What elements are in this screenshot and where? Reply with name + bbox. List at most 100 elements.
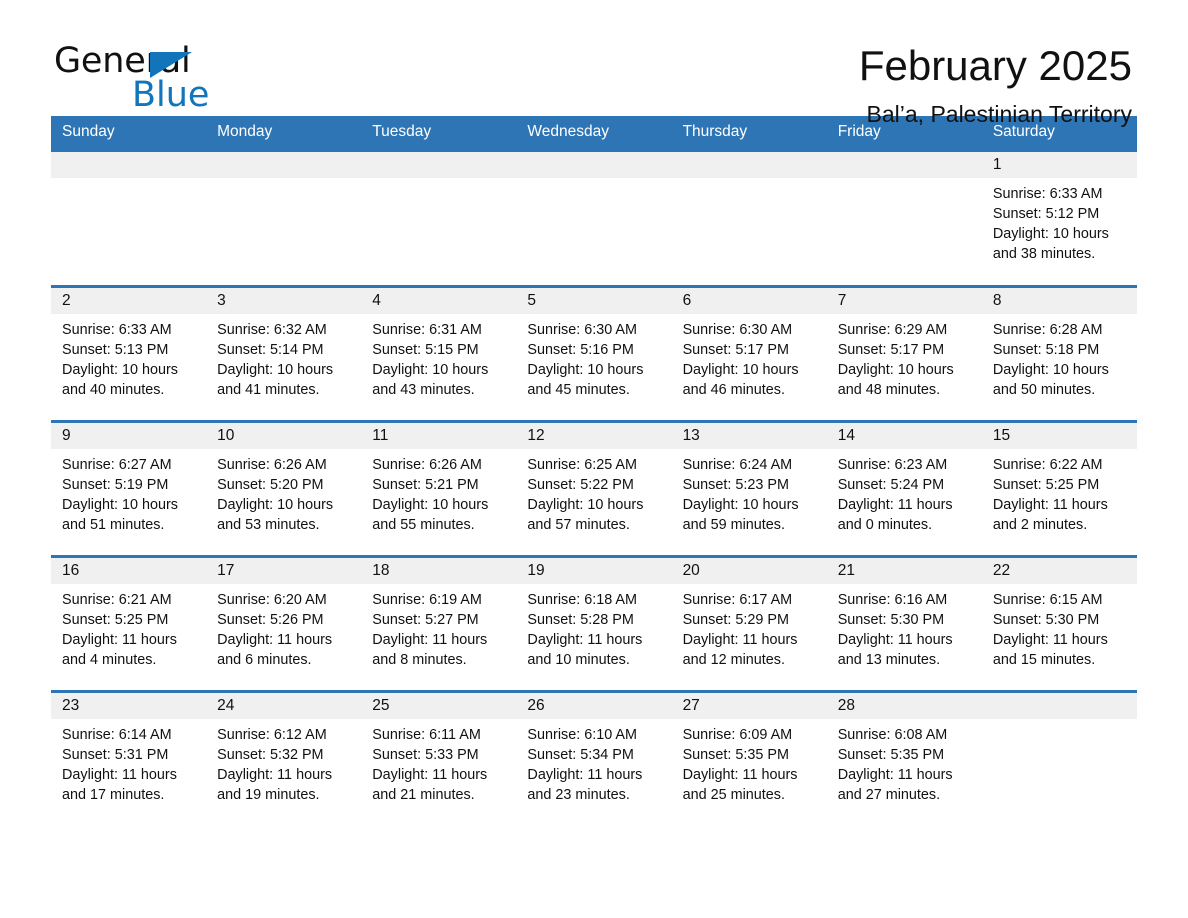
sunrise-text: Sunrise: 6:30 AM xyxy=(527,322,638,338)
daylight-text-line2: and 59 minutes. xyxy=(682,517,785,533)
day-number: 1 xyxy=(981,152,1137,178)
day-number: 25 xyxy=(361,693,517,719)
calendar-day-cell[interactable]: 23 Sunrise: 6:14 AM Sunset: 5:31 PM Dayligh… xyxy=(51,690,207,827)
day-details: Sunrise: 6:26 AM Sunset: 5:21 PM Daylight:… xyxy=(361,449,516,535)
sunset-text: Sunset: 5:17 PM xyxy=(682,342,789,358)
day-number xyxy=(361,152,517,178)
calendar-day-cell[interactable]: 27 Sunrise: 6:09 AM Sunset: 5:35 PM Dayligh… xyxy=(671,690,827,827)
day-number: 14 xyxy=(826,423,982,449)
sunrise-text: Sunrise: 6:12 AM xyxy=(217,727,327,743)
sunrise-text: Sunrise: 6:17 AM xyxy=(682,592,793,608)
sunset-text: Sunset: 5:30 PM xyxy=(837,612,945,628)
daylight-text-line1: Daylight: 10 hours xyxy=(837,362,954,378)
daylight-text-line1: Daylight: 10 hours xyxy=(527,497,644,513)
daylight-text-line1: Daylight: 11 hours xyxy=(62,632,177,648)
calendar-wrapper: Sunday Monday Tuesday Wednesday Thursday… xyxy=(0,116,1188,827)
day-number: 19 xyxy=(516,558,672,584)
daylight-text-line1: Daylight: 10 hours xyxy=(62,497,178,513)
day-number: 17 xyxy=(206,558,362,584)
calendar-day-cell[interactable]: 1 Sunrise: 6:33 AM Sunset: 5:12 PM Daylight… xyxy=(981,149,1137,287)
calendar-day-cell[interactable]: 18 Sunrise: 6:19 AM Sunset: 5:27 PM Dayligh… xyxy=(361,555,517,692)
calendar-day-cell[interactable]: 26 Sunrise: 6:10 AM Sunset: 5:34 PM Dayligh… xyxy=(516,690,672,827)
sunrise-text: Sunrise: 6:21 AM xyxy=(62,592,172,608)
daylight-text-line1: Daylight: 11 hours xyxy=(372,632,488,648)
day-details: Sunrise: 6:20 AM Sunset: 5:26 PM Daylight:… xyxy=(206,584,361,670)
calendar-day-cell[interactable]: 17 Sunrise: 6:20 AM Sunset: 5:26 PM Dayligh… xyxy=(206,555,362,692)
daylight-text-line2: and 45 minutes. xyxy=(527,382,630,398)
generalblue-logo[interactable]: General Blue xyxy=(54,44,284,116)
sunrise-text: Sunrise: 6:25 AM xyxy=(527,457,638,473)
daylight-text-line1: Daylight: 11 hours xyxy=(217,767,333,783)
calendar-day-cell-empty xyxy=(671,149,827,287)
calendar-day-cell[interactable]: 15 Sunrise: 6:22 AM Sunset: 5:25 PM Dayligh… xyxy=(981,420,1137,557)
sunset-text: Sunset: 5:22 PM xyxy=(527,477,634,493)
calendar-day-cell[interactable]: 6 Sunrise: 6:30 AM Sunset: 5:17 PM Daylight… xyxy=(671,285,827,422)
day-details: Sunrise: 6:21 AM Sunset: 5:25 PM Daylight:… xyxy=(51,584,206,670)
daylight-text-line1: Daylight: 10 hours xyxy=(992,226,1109,242)
calendar-day-cell[interactable]: 12 Sunrise: 6:25 AM Sunset: 5:22 PM Dayligh… xyxy=(516,420,672,557)
sunrise-text: Sunrise: 6:14 AM xyxy=(62,727,172,743)
calendar-day-cell[interactable]: 3 Sunrise: 6:32 AM Sunset: 5:14 PM Daylight… xyxy=(206,285,362,422)
daylight-text-line2: and 19 minutes. xyxy=(217,787,320,803)
sunrise-text: Sunrise: 6:19 AM xyxy=(372,592,482,608)
sunrise-text: Sunrise: 6:32 AM xyxy=(217,322,327,338)
calendar-day-cell[interactable]: 28 Sunrise: 6:08 AM Sunset: 5:35 PM Dayligh… xyxy=(826,690,982,827)
calendar-day-cell[interactable]: 5 Sunrise: 6:30 AM Sunset: 5:16 PM Daylight… xyxy=(516,285,672,422)
daylight-text-line2: and 25 minutes. xyxy=(682,787,785,803)
calendar-day-cell[interactable]: 7 Sunrise: 6:29 AM Sunset: 5:17 PM Daylight… xyxy=(826,285,982,422)
sunset-text: Sunset: 5:14 PM xyxy=(217,342,324,358)
calendar-day-cell[interactable]: 22 Sunrise: 6:15 AM Sunset: 5:30 PM Dayligh… xyxy=(981,555,1137,692)
weekday-header-sunday: Sunday xyxy=(51,116,207,151)
day-number: 8 xyxy=(981,288,1137,314)
daylight-text-line2: and 46 minutes. xyxy=(682,382,785,398)
day-details: Sunrise: 6:14 AM Sunset: 5:31 PM Daylight:… xyxy=(51,719,206,805)
daylight-text-line2: and 51 minutes. xyxy=(62,517,165,533)
day-number: 16 xyxy=(51,558,207,584)
day-number xyxy=(981,693,1137,719)
sunrise-text: Sunrise: 6:10 AM xyxy=(527,727,638,743)
calendar-day-cell[interactable]: 2 Sunrise: 6:33 AM Sunset: 5:13 PM Daylight… xyxy=(51,285,207,422)
daylight-text-line1: Daylight: 10 hours xyxy=(217,497,334,513)
sunset-text: Sunset: 5:31 PM xyxy=(62,747,169,763)
calendar-day-cell[interactable]: 20 Sunrise: 6:17 AM Sunset: 5:29 PM Dayligh… xyxy=(671,555,827,692)
day-number: 4 xyxy=(361,288,517,314)
day-number: 9 xyxy=(51,423,207,449)
daylight-text-line1: Daylight: 10 hours xyxy=(372,362,489,378)
weekday-header-thursday: Thursday xyxy=(671,116,827,151)
daylight-text-line1: Daylight: 11 hours xyxy=(527,767,643,783)
sunset-text: Sunset: 5:25 PM xyxy=(62,612,169,628)
daylight-text-line1: Daylight: 10 hours xyxy=(217,362,334,378)
calendar-week-row: 23 Sunrise: 6:14 AM Sunset: 5:31 PM Dayligh… xyxy=(51,690,1137,827)
calendar-day-cell[interactable]: 16 Sunrise: 6:21 AM Sunset: 5:25 PM Dayligh… xyxy=(51,555,207,692)
daylight-text-line2: and 0 minutes. xyxy=(837,517,933,533)
calendar-day-cell[interactable]: 25 Sunrise: 6:11 AM Sunset: 5:33 PM Dayligh… xyxy=(361,690,517,827)
daylight-text-line1: Daylight: 11 hours xyxy=(837,767,953,783)
daylight-text-line2: and 41 minutes. xyxy=(217,382,320,398)
day-details: Sunrise: 6:25 AM Sunset: 5:22 PM Daylight:… xyxy=(516,449,671,535)
sunset-text: Sunset: 5:35 PM xyxy=(682,747,789,763)
day-details: Sunrise: 6:22 AM Sunset: 5:25 PM Daylight:… xyxy=(982,449,1137,535)
calendar-day-cell[interactable]: 19 Sunrise: 6:18 AM Sunset: 5:28 PM Dayligh… xyxy=(516,555,672,692)
calendar-day-cell[interactable]: 4 Sunrise: 6:31 AM Sunset: 5:15 PM Daylight… xyxy=(361,285,517,422)
daylight-text-line2: and 6 minutes. xyxy=(217,652,312,668)
calendar-table: Sunday Monday Tuesday Wednesday Thursday… xyxy=(51,116,1137,827)
calendar-day-cell[interactable]: 13 Sunrise: 6:24 AM Sunset: 5:23 PM Dayligh… xyxy=(671,420,827,557)
calendar-day-cell[interactable]: 21 Sunrise: 6:16 AM Sunset: 5:30 PM Dayligh… xyxy=(826,555,982,692)
calendar-day-cell[interactable]: 9 Sunrise: 6:27 AM Sunset: 5:19 PM Daylight… xyxy=(51,420,207,557)
day-number: 28 xyxy=(826,693,982,719)
sunrise-text: Sunrise: 6:20 AM xyxy=(217,592,327,608)
day-number: 23 xyxy=(51,693,207,719)
day-number: 15 xyxy=(981,423,1137,449)
calendar-day-cell[interactable]: 14 Sunrise: 6:23 AM Sunset: 5:24 PM Dayligh… xyxy=(826,420,982,557)
calendar-day-cell[interactable]: 11 Sunrise: 6:26 AM Sunset: 5:21 PM Dayligh… xyxy=(361,420,517,557)
daylight-text-line2: and 43 minutes. xyxy=(372,382,475,398)
sunrise-text: Sunrise: 6:33 AM xyxy=(992,186,1103,202)
sunrise-text: Sunrise: 6:26 AM xyxy=(217,457,327,473)
sunset-text: Sunset: 5:15 PM xyxy=(372,342,479,358)
calendar-day-cell[interactable]: 24 Sunrise: 6:12 AM Sunset: 5:32 PM Dayligh… xyxy=(206,690,362,827)
calendar-day-cell-empty xyxy=(516,149,672,287)
calendar-day-cell[interactable]: 10 Sunrise: 6:26 AM Sunset: 5:20 PM Dayligh… xyxy=(206,420,362,557)
daylight-text-line2: and 2 minutes. xyxy=(992,517,1088,533)
weekday-header-monday: Monday xyxy=(206,116,362,151)
calendar-day-cell[interactable]: 8 Sunrise: 6:28 AM Sunset: 5:18 PM Daylight… xyxy=(981,285,1137,422)
